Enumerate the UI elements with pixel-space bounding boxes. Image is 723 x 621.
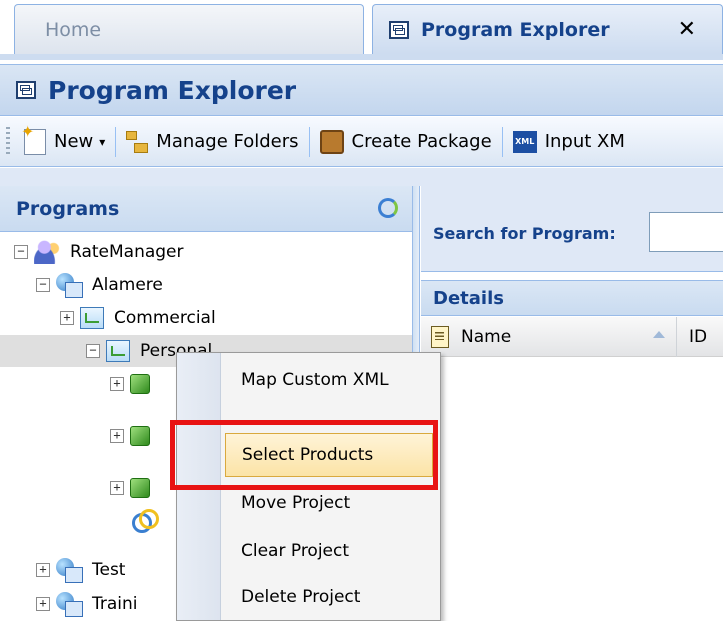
tab-program-explorer[interactable]: Program Explorer ✕: [372, 4, 723, 54]
globe-window-icon: [56, 273, 83, 298]
page-title: Program Explorer: [48, 75, 297, 105]
column-header-id[interactable]: ID: [689, 327, 707, 347]
tree-node-label: Commercial: [114, 308, 216, 328]
globe-window-icon: [56, 592, 83, 617]
menu-item-label: Map Custom XML: [241, 370, 389, 390]
xml-icon: XML: [512, 130, 537, 153]
toolbar-grip: [6, 126, 10, 157]
product-cube-icon: [130, 426, 150, 446]
collapse-icon[interactable]: −: [14, 245, 28, 259]
close-icon[interactable]: ✕: [678, 17, 696, 42]
tab-home-label: Home: [45, 18, 102, 41]
grid-header: Name ID: [421, 317, 723, 357]
details-header: Details: [421, 280, 723, 316]
menu-item-delete-project[interactable]: Delete Project: [225, 575, 433, 619]
column-header-label: Name: [461, 327, 512, 347]
new-button[interactable]: New ▾: [18, 122, 111, 159]
toolbar-separator: [308, 126, 310, 157]
tree-node-test[interactable]: + Test: [36, 554, 125, 586]
search-label: Search for Program:: [433, 224, 616, 243]
highlight-annotation-box: [170, 420, 438, 490]
tree-node-label: Traini: [92, 594, 138, 614]
program-folder-icon: [106, 340, 130, 362]
expand-icon[interactable]: +: [60, 311, 74, 325]
expand-icon[interactable]: +: [36, 563, 50, 577]
menu-item-label: Move Project: [241, 493, 351, 513]
manage-folders-button[interactable]: Manage Folders: [120, 125, 304, 159]
column-header-name[interactable]: Name: [431, 323, 671, 351]
column-divider[interactable]: [676, 317, 677, 357]
panel-header: Program Explorer: [0, 64, 723, 116]
new-button-label: New: [54, 131, 94, 152]
tree-node-label: Test: [92, 560, 126, 580]
manage-folders-label: Manage Folders: [156, 131, 299, 152]
tree-node-alamere[interactable]: − Alamere: [36, 269, 163, 301]
package-icon: [319, 129, 344, 154]
expand-icon[interactable]: +: [110, 481, 124, 495]
details-title: Details: [433, 287, 504, 309]
refresh-icon[interactable]: [378, 198, 398, 218]
product-cube-icon: [130, 374, 150, 394]
sort-ascending-icon: [653, 331, 665, 338]
expand-icon[interactable]: +: [36, 597, 50, 611]
tab-program-explorer-label: Program Explorer: [421, 18, 610, 41]
tree-node-product-2[interactable]: +: [110, 420, 158, 452]
toolbar-gap: [0, 168, 723, 186]
tree-node-product-1[interactable]: +: [110, 368, 158, 400]
tree-node-training[interactable]: + Traini: [36, 588, 138, 620]
chevron-down-icon: ▾: [99, 134, 106, 149]
document-icon: [431, 326, 449, 348]
users-icon: [34, 240, 60, 264]
tree-node-product-3[interactable]: +: [110, 472, 158, 504]
menu-item-label: Delete Project: [241, 587, 361, 607]
collapse-icon[interactable]: −: [36, 278, 50, 292]
product-cube-icon: [130, 478, 150, 498]
toolbar-separator: [115, 126, 117, 157]
expand-icon[interactable]: +: [110, 377, 124, 391]
create-package-button[interactable]: Create Package: [314, 125, 498, 159]
menu-item-label: Clear Project: [241, 541, 350, 561]
tree-node-rings[interactable]: [132, 504, 162, 536]
search-input[interactable]: [649, 212, 723, 252]
folder-tree-icon: [126, 130, 149, 153]
tab-strip-base: [0, 54, 723, 60]
tab-strip: Home Program Explorer ✕: [0, 0, 723, 60]
tree-node-ratemanager[interactable]: − RateManager: [14, 236, 184, 268]
collapse-icon[interactable]: −: [86, 344, 100, 358]
toolbar: New ▾ Manage Folders Create Package XML …: [0, 117, 723, 167]
menu-item-map-custom-xml[interactable]: Map Custom XML: [225, 358, 433, 402]
create-package-label: Create Package: [351, 131, 492, 152]
tree-node-label: Alamere: [92, 275, 163, 295]
programs-header: Programs: [0, 186, 412, 232]
new-document-icon: [21, 122, 46, 155]
input-xml-button[interactable]: XML Input XM: [507, 125, 631, 159]
tree-node-commercial[interactable]: + Commercial: [60, 302, 216, 334]
rings-icon: [132, 509, 159, 533]
program-folder-icon: [80, 307, 104, 329]
search-bar: Search for Program:: [421, 186, 723, 272]
menu-item-clear-project[interactable]: Clear Project: [225, 529, 433, 573]
globe-window-icon: [56, 558, 83, 583]
window-icon: [16, 81, 36, 99]
toolbar-separator: [501, 126, 503, 157]
programs-title: Programs: [16, 197, 120, 220]
tree-node-label: RateManager: [70, 242, 184, 262]
tab-home[interactable]: Home: [14, 4, 364, 54]
window-icon: [389, 20, 409, 39]
expand-icon[interactable]: +: [110, 429, 124, 443]
input-xml-label: Input XM: [544, 131, 625, 152]
